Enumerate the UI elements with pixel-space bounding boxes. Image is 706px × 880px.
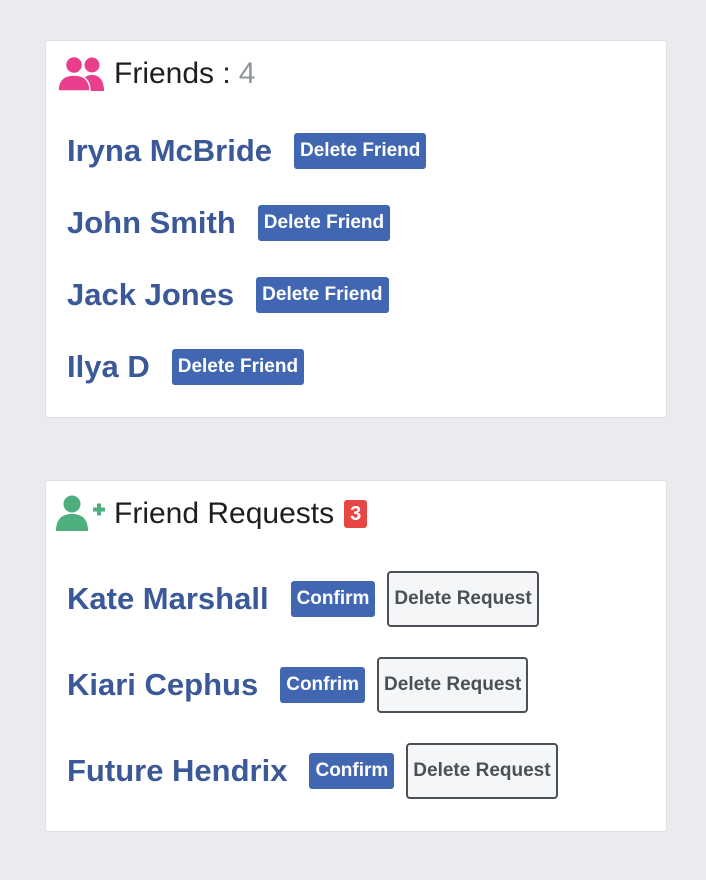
friend-row: John Smith Delete Friend bbox=[67, 195, 391, 251]
friend-requests-header: Friend Requests 3 bbox=[56, 495, 368, 533]
friend-row: Jack Jones Delete Friend bbox=[67, 267, 389, 323]
confirm-button[interactable]: Confirm bbox=[290, 581, 376, 617]
friend-row: Iryna McBride Delete Friend bbox=[67, 123, 427, 179]
request-name[interactable]: Kate Marshall bbox=[67, 581, 269, 617]
friends-header: Friends : 4 bbox=[56, 55, 255, 93]
friend-name[interactable]: John Smith bbox=[67, 205, 236, 241]
request-name[interactable]: Kiari Cephus bbox=[67, 667, 258, 703]
request-row: Kiari Cephus Confrim Delete Request bbox=[67, 657, 529, 713]
delete-request-button[interactable]: Delete Request bbox=[377, 657, 529, 713]
delete-request-button[interactable]: Delete Request bbox=[406, 743, 558, 799]
delete-friend-button[interactable]: Delete Friend bbox=[256, 277, 389, 313]
friend-requests-title: Friend Requests bbox=[114, 497, 335, 530]
delete-friend-button[interactable]: Delete Friend bbox=[257, 205, 391, 241]
request-row: Future Hendrix Confirm Delete Request bbox=[67, 743, 558, 799]
delete-friend-button[interactable]: Delete Friend bbox=[171, 349, 305, 385]
delete-request-button[interactable]: Delete Request bbox=[387, 571, 539, 627]
friend-row: Ilya D Delete Friend bbox=[67, 339, 305, 395]
friends-icon bbox=[56, 55, 106, 93]
delete-friend-button[interactable]: Delete Friend bbox=[294, 133, 427, 169]
friends-title: Friends : bbox=[114, 57, 231, 90]
confirm-button[interactable]: Confrim bbox=[280, 667, 366, 703]
friend-name[interactable]: Ilya D bbox=[67, 349, 150, 385]
confirm-button[interactable]: Confirm bbox=[309, 753, 395, 789]
friends-card: Friends : 4 Iryna McBride Delete Friend … bbox=[45, 40, 667, 418]
request-name[interactable]: Future Hendrix bbox=[67, 753, 287, 789]
friend-requests-card: Friend Requests 3 Kate Marshall Confirm … bbox=[45, 480, 667, 832]
friend-name[interactable]: Iryna McBride bbox=[67, 133, 272, 169]
friends-count: 4 bbox=[238, 57, 256, 90]
requests-count-badge: 3 bbox=[344, 500, 368, 528]
user-plus-icon bbox=[56, 495, 106, 533]
request-row: Kate Marshall Confirm Delete Request bbox=[67, 571, 539, 627]
friend-name[interactable]: Jack Jones bbox=[67, 277, 234, 313]
